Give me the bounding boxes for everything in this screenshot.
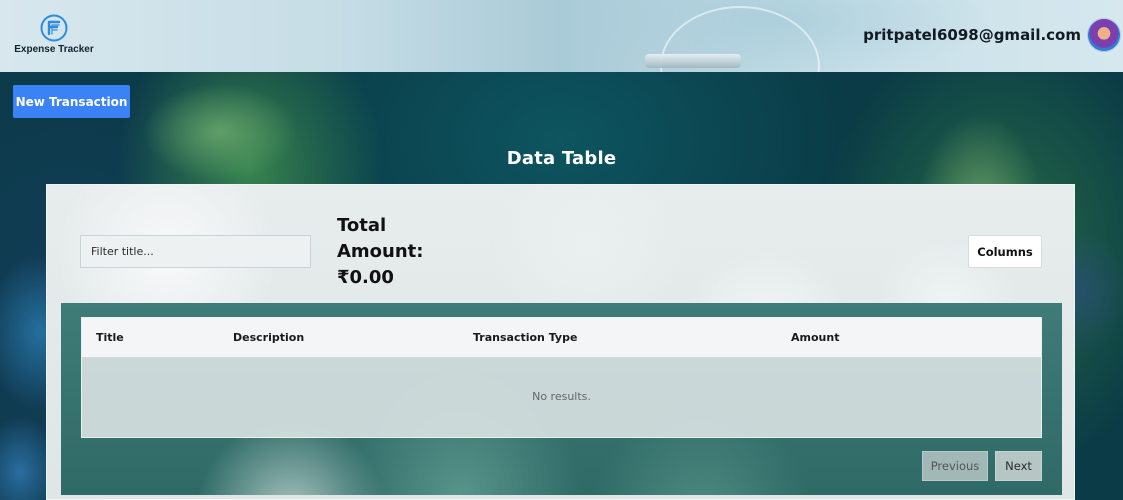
data-table: Title Description Transaction Type Amoun… [81,317,1042,438]
brand[interactable]: Expense Tracker [14,14,94,60]
filter-title-input[interactable] [80,235,311,268]
empty-state-message: No results. [532,390,591,403]
column-header-description[interactable]: Description [233,331,304,344]
header-decoration-coin [645,54,741,68]
expense-tracker-logo-icon [40,14,68,42]
page-title: Data Table [0,148,1123,169]
brand-name: Expense Tracker [14,44,94,55]
new-transaction-button[interactable]: New Transaction [13,85,130,118]
column-header-title[interactable]: Title [96,331,124,344]
previous-page-button[interactable]: Previous [922,451,988,481]
user-email: pritpatel6098@gmail.com [863,26,1081,44]
column-header-transaction-type[interactable]: Transaction Type [473,331,577,344]
data-table-card: Total Amount: ₹0.00 Columns Title Descri… [46,184,1075,500]
column-header-amount[interactable]: Amount [791,331,839,344]
next-page-button[interactable]: Next [995,451,1042,481]
table-header-row: Title Description Transaction Type Amoun… [82,318,1041,358]
page-title-text: Data Table [506,148,617,169]
table-panel: Title Description Transaction Type Amoun… [61,303,1062,495]
total-amount-label: Total Amount: [337,215,424,262]
total-amount-value: ₹0.00 [337,267,394,288]
app-header: Expense Tracker pritpatel6098@gmail.com [0,0,1123,72]
avatar[interactable] [1087,18,1121,52]
columns-button[interactable]: Columns [968,235,1042,268]
total-amount: Total Amount: ₹0.00 [337,213,447,291]
